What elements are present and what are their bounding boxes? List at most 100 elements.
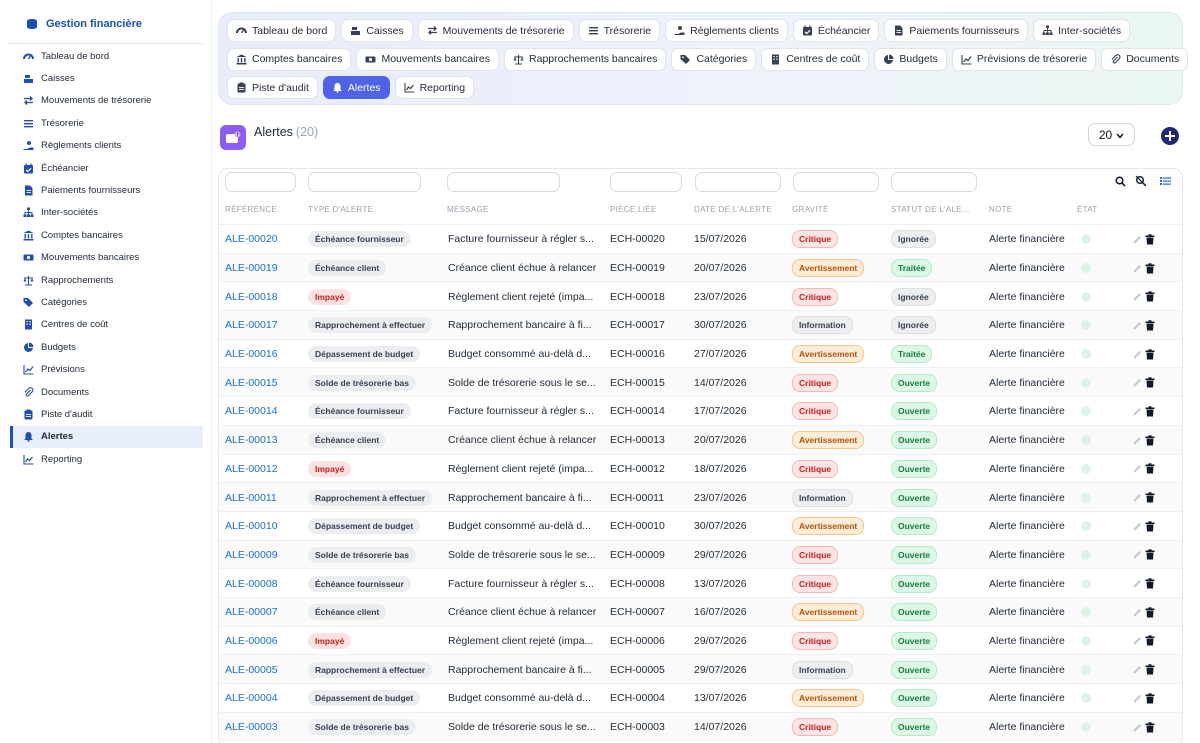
reference-link[interactable]: ALE-00005 <box>225 664 278 676</box>
tab-alertes[interactable]: Alertes <box>322 76 390 99</box>
trash-icon[interactable] <box>1144 233 1156 245</box>
table-row[interactable]: ALE-00017 Rapprochement à effectuer Rappro… <box>219 311 1182 340</box>
trash-icon[interactable] <box>1144 692 1156 704</box>
tab-inter-societes[interactable]: Inter-sociétés <box>1033 19 1131 42</box>
reference-link[interactable]: ALE-00011 <box>225 492 277 504</box>
table-row[interactable]: ALE-00007 Échéance client Créance client é… <box>219 597 1182 627</box>
edit-pencil-icon[interactable] <box>1131 377 1143 389</box>
reference-link[interactable]: ALE-00006 <box>225 635 278 647</box>
table-row[interactable]: ALE-00006 Impayé Règlement client rejeté (… <box>219 627 1182 656</box>
reference-link[interactable]: ALE-00009 <box>225 549 278 561</box>
add-alert-button[interactable] <box>1160 126 1180 146</box>
edit-pencil-icon[interactable] <box>1131 492 1143 504</box>
sidebar-item-inter-societes[interactable]: Inter-sociétés <box>0 202 203 224</box>
reference-link[interactable]: ALE-00008 <box>225 578 278 590</box>
reference-link[interactable]: ALE-00007 <box>225 606 278 618</box>
trash-icon[interactable] <box>1144 319 1156 331</box>
tab-rapprochements-bancaires[interactable]: Rapprochements bancaires <box>504 47 667 71</box>
tab-previsions-de-tresorerie[interactable]: Prévisions de trésorerie <box>951 47 1097 71</box>
column-header-note[interactable]: NOTE <box>989 205 1012 214</box>
reference-link[interactable]: ALE-00016 <box>225 348 278 360</box>
edit-pencil-icon[interactable] <box>1131 549 1143 561</box>
sidebar-item-reporting[interactable]: Reporting <box>0 448 203 470</box>
sidebar-item-previsions[interactable]: Prévisions <box>0 358 203 380</box>
filter-date[interactable] <box>695 172 781 192</box>
sidebar-item-tresorerie[interactable]: Trésorerie <box>0 112 203 134</box>
edit-pencil-icon[interactable] <box>1131 463 1143 475</box>
sidebar-item-centres-de-cout[interactable]: Centres de coût <box>0 314 203 336</box>
table-row[interactable]: ALE-00013 Échéance client Créance client é… <box>219 425 1182 455</box>
reference-link[interactable]: ALE-00003 <box>225 721 278 733</box>
edit-pencil-icon[interactable] <box>1131 606 1143 618</box>
table-row[interactable]: ALE-00016 Dépassement de budget Budget con… <box>219 340 1182 369</box>
tab-reporting[interactable]: Reporting <box>394 76 475 99</box>
edit-pencil-icon[interactable] <box>1131 405 1143 417</box>
reference-link[interactable]: ALE-00017 <box>225 319 278 331</box>
tab-tresorerie[interactable]: Trésorerie <box>578 19 661 42</box>
table-row[interactable]: ALE-00014 Échéance fournisseur Facture fou… <box>219 397 1182 426</box>
reference-link[interactable]: ALE-00013 <box>225 434 278 446</box>
edit-pencil-icon[interactable] <box>1131 319 1143 331</box>
trash-icon[interactable] <box>1144 434 1156 446</box>
table-row[interactable]: ALE-00015 Solde de trésorerie bas Solde de… <box>219 368 1182 398</box>
sidebar-item-alertes[interactable]: Alertes <box>10 425 203 449</box>
edit-pencil-icon[interactable] <box>1131 262 1143 274</box>
reference-link[interactable]: ALE-00012 <box>225 463 278 475</box>
trash-icon[interactable] <box>1144 664 1156 676</box>
filter-type[interactable] <box>308 172 421 192</box>
sidebar-item-paiements-fournisseurs[interactable]: Paiements fournisseurs <box>0 179 203 201</box>
sidebar-item-comptes-bancaires[interactable]: Comptes bancaires <box>0 224 203 246</box>
column-header-reference[interactable]: RÉFÉRENCE <box>225 205 277 214</box>
edit-pencil-icon[interactable] <box>1131 291 1143 303</box>
column-header-date[interactable]: DATE DE L'ALERTE <box>694 205 772 214</box>
column-header-piece[interactable]: PIÈCE LIÉE <box>610 205 657 214</box>
edit-pencil-icon[interactable] <box>1131 578 1143 590</box>
table-row[interactable]: ALE-00005 Rapprochement à effectuer Rappro… <box>219 655 1182 684</box>
tab-categories[interactable]: Catégories <box>671 47 757 71</box>
sidebar-item-budgets[interactable]: Budgets <box>0 336 203 358</box>
reference-link[interactable]: ALE-00019 <box>225 262 278 274</box>
trash-icon[interactable] <box>1144 348 1156 360</box>
reference-link[interactable]: ALE-00010 <box>225 520 278 532</box>
list-view-icon[interactable] <box>1158 174 1172 188</box>
edit-pencil-icon[interactable] <box>1131 348 1143 360</box>
reference-link[interactable]: ALE-00018 <box>225 291 278 303</box>
tab-budgets[interactable]: Budgets <box>874 47 947 71</box>
filter-message[interactable] <box>447 172 560 192</box>
sidebar-item-rapprochements[interactable]: Rapprochements <box>0 269 203 291</box>
sidebar-item-reglements-clients[interactable]: Règlements clients <box>0 135 203 157</box>
trash-icon[interactable] <box>1144 606 1156 618</box>
table-row[interactable]: ALE-00012 Impayé Règlement client rejeté (… <box>219 455 1182 484</box>
filter-statut[interactable] <box>891 172 977 192</box>
trash-icon[interactable] <box>1144 578 1156 590</box>
trash-icon[interactable] <box>1144 377 1156 389</box>
edit-pencil-icon[interactable] <box>1131 434 1143 446</box>
tab-centres-de-cout[interactable]: Centres de coût <box>761 47 870 71</box>
table-row[interactable]: ALE-00019 Échéance client Créance client é… <box>219 253 1182 283</box>
table-row[interactable]: ALE-00011 Rapprochement à effectuer Rappro… <box>219 483 1182 512</box>
reference-link[interactable]: ALE-00004 <box>225 692 278 704</box>
table-row[interactable]: ALE-00008 Échéance fournisseur Facture fou… <box>219 569 1182 598</box>
tab-piste-d-audit[interactable]: Piste d'audit <box>227 76 318 99</box>
table-row[interactable]: ALE-00009 Solde de trésorerie bas Solde de… <box>219 540 1182 570</box>
search-icon[interactable] <box>1113 174 1127 188</box>
page-size-select[interactable]: 20 <box>1088 123 1135 146</box>
table-row[interactable]: ALE-00020 Échéance fournisseur Facture fou… <box>219 225 1182 254</box>
table-row[interactable]: ALE-00003 Solde de trésorerie bas Solde de… <box>219 712 1182 742</box>
tab-caisses[interactable]: Caisses <box>341 19 413 42</box>
trash-icon[interactable] <box>1144 492 1156 504</box>
tab-comptes-bancaires[interactable]: Comptes bancaires <box>227 47 352 71</box>
trash-icon[interactable] <box>1144 721 1156 733</box>
sidebar-item-categories[interactable]: Catégories <box>0 291 203 313</box>
tab-mouvements-de-tresorerie[interactable]: Mouvements de trésorerie <box>417 19 574 42</box>
filter-gravite[interactable] <box>793 172 879 192</box>
sidebar-brand[interactable]: Gestion financière <box>8 4 203 44</box>
column-header-statut[interactable]: STATUT DE L'ALE... <box>891 205 970 214</box>
column-header-gravite[interactable]: GRAVITÉ <box>792 205 829 214</box>
tab-paiements-fournisseurs[interactable]: Paiements fournisseurs <box>884 19 1029 42</box>
column-header-etat[interactable]: ÉTAT <box>1077 205 1097 214</box>
trash-icon[interactable] <box>1144 405 1156 417</box>
filter-piece[interactable] <box>610 172 682 192</box>
sidebar-item-echeancier[interactable]: Échéancier <box>0 157 203 179</box>
column-header-message[interactable]: MESSAGE <box>447 205 489 214</box>
